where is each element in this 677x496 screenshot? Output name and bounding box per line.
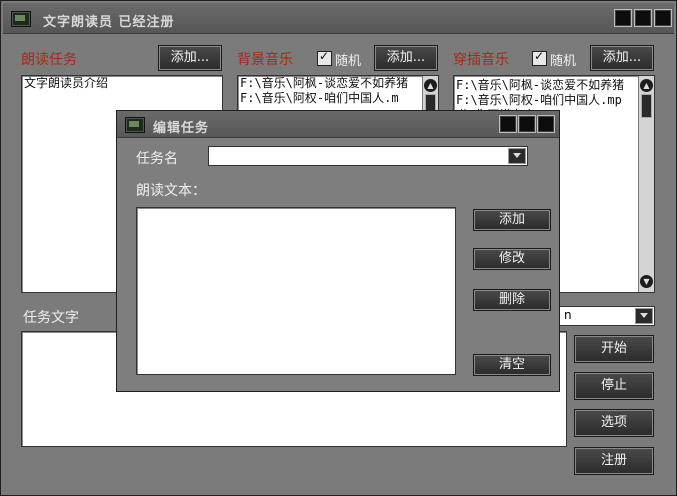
dialog-modify-button[interactable]: 修改 — [473, 248, 551, 270]
dialog-app-icon — [125, 117, 145, 133]
list-item[interactable]: 文字朗读员介绍 — [22, 76, 222, 91]
register-button[interactable]: 注册 — [574, 447, 654, 475]
read-text-area[interactable] — [136, 207, 456, 375]
insert-random-label: 随机 — [550, 54, 577, 69]
maximize-button[interactable] — [634, 9, 652, 27]
minimize-button[interactable] — [614, 9, 632, 27]
title-bar[interactable]: 文字朗读员 已经注册 — [3, 3, 674, 34]
bgm-random-label: 随机 — [335, 54, 362, 69]
scroll-up-icon[interactable]: ▲ — [424, 79, 437, 92]
scroll-thumb[interactable] — [641, 94, 652, 118]
voice-select-value: n — [564, 308, 572, 322]
list-item[interactable]: F:\音乐\阿权-咱们中国人.m — [238, 91, 438, 106]
chevron-down-icon[interactable] — [508, 148, 526, 164]
bgm-label: 背景音乐 — [237, 52, 293, 68]
task-name-label: 任务名 — [136, 151, 178, 167]
scroll-up-icon[interactable]: ▲ — [640, 79, 653, 92]
insert-random-checkbox[interactable] — [532, 49, 547, 66]
add-task-button[interactable]: 添加... — [158, 45, 222, 71]
chevron-down-icon[interactable] — [635, 308, 653, 324]
start-button[interactable]: 开始 — [574, 335, 654, 363]
insert-scrollbar[interactable]: ▲ ▼ — [638, 76, 654, 292]
read-text-label: 朗读文本： — [136, 183, 206, 199]
add-bgm-button[interactable]: 添加... — [374, 45, 438, 71]
insert-label: 穿插音乐 — [453, 52, 509, 68]
list-item[interactable]: F:\音乐\阿权-咱们中国人.mp — [454, 93, 654, 108]
add-insert-button[interactable]: 添加... — [590, 45, 654, 71]
dialog-maximize-button[interactable] — [518, 115, 536, 133]
list-item[interactable]: F:\音乐\阿枫-谈恋爱不如养猪 — [454, 78, 654, 93]
tasks-label: 朗读任务 — [21, 52, 77, 68]
dialog-delete-button[interactable]: 删除 — [473, 289, 551, 311]
close-button[interactable] — [654, 9, 672, 27]
scroll-down-icon[interactable]: ▼ — [640, 275, 653, 288]
dialog-add-button[interactable]: 添加 — [473, 209, 551, 231]
dialog-minimize-button[interactable] — [499, 115, 517, 133]
dialog-close-button[interactable] — [537, 115, 555, 133]
task-text-label: 任务文字 — [23, 310, 79, 326]
list-item[interactable]: F:\音乐\阿枫-谈恋爱不如养猪 — [238, 76, 438, 91]
stop-button[interactable]: 停止 — [574, 372, 654, 400]
edit-task-dialog: 编辑任务 任务名 朗读文本： 添加 修改 删除 清空 — [116, 110, 560, 392]
dialog-title: 编辑任务 — [153, 121, 210, 136]
window-title: 文字朗读员 已经注册 — [43, 15, 175, 30]
dialog-title-bar[interactable]: 编辑任务 — [117, 111, 559, 138]
bgm-random-checkbox[interactable] — [317, 49, 332, 66]
app-icon — [11, 11, 31, 27]
dialog-clear-button[interactable]: 清空 — [473, 354, 551, 376]
options-button[interactable]: 选项 — [574, 409, 654, 437]
task-name-select[interactable] — [208, 146, 528, 166]
